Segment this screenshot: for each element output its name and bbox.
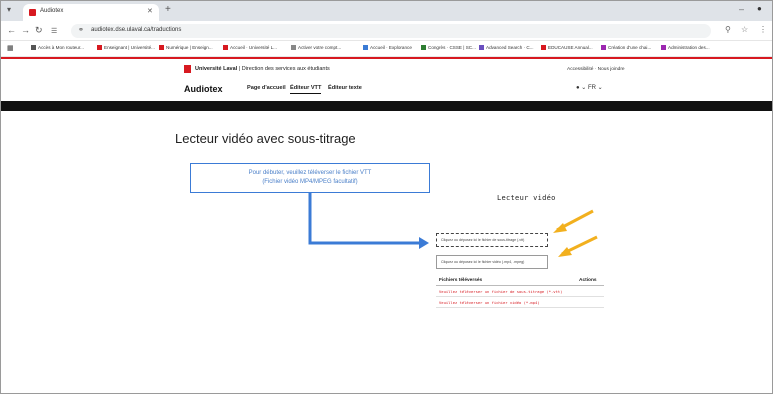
blue-callout-arrow [308,193,419,245]
blue-arrowhead [419,237,429,249]
browser-window: ▾ Audiotex ✕ + – ● ← → ↻ ☰ ⚭ audiotex.ds… [0,0,773,394]
annotation-layer [308,193,598,257]
